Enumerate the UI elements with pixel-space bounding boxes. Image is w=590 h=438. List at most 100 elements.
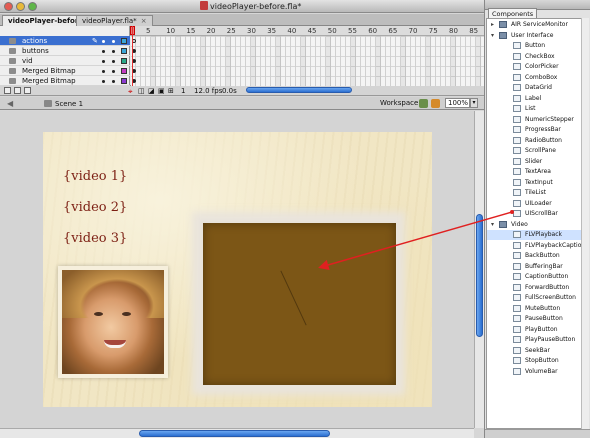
- zoom-window-button[interactable]: [28, 2, 37, 11]
- video-3-label[interactable]: {video 3}: [63, 231, 127, 246]
- onion-skin-icon[interactable]: ◫: [138, 87, 145, 95]
- frames-grid[interactable]: [131, 36, 484, 86]
- component-item[interactable]: BufferingBar: [487, 262, 588, 272]
- component-item[interactable]: PlayButton: [487, 325, 588, 335]
- component-item[interactable]: ProgressBar: [487, 125, 588, 135]
- component-item[interactable]: UIScrollBar: [487, 209, 588, 219]
- portrait-photo[interactable]: [58, 266, 168, 378]
- edit-scene-icon[interactable]: [419, 99, 428, 108]
- folder-icon: [499, 21, 507, 28]
- component-item[interactable]: CaptionButton: [487, 272, 588, 282]
- component-item[interactable]: List: [487, 104, 588, 114]
- stage-horizontal-scrollbar[interactable]: [0, 428, 474, 438]
- center-frame-icon[interactable]: ⌖: [128, 87, 133, 97]
- component-item[interactable]: SeekBar: [487, 346, 588, 356]
- ruler-frame-number: 25: [226, 27, 236, 35]
- component-item[interactable]: FLVPlayback: [487, 230, 588, 240]
- new-layer-icon[interactable]: [4, 87, 11, 94]
- tab-videoplayer[interactable]: videoPlayer.fla* ×: [76, 15, 153, 26]
- component-label: Button: [525, 42, 546, 49]
- component-icon: [513, 367, 521, 375]
- component-item[interactable]: FullScreenButton: [487, 293, 588, 303]
- new-folder-icon[interactable]: [14, 87, 21, 94]
- disclosure-open-icon[interactable]: ▾: [491, 221, 494, 228]
- disclosure-closed-icon[interactable]: ▸: [491, 21, 494, 28]
- component-label: NumericStepper: [525, 115, 574, 123]
- layer-row[interactable]: buttons: [0, 46, 130, 56]
- component-item[interactable]: Button: [487, 41, 588, 51]
- component-item[interactable]: DataGrid: [487, 83, 588, 93]
- layer-color-swatch[interactable]: [121, 38, 127, 44]
- component-item[interactable]: ComboBox: [487, 73, 588, 83]
- layer-color-swatch[interactable]: [121, 78, 127, 84]
- visibility-dot[interactable]: [102, 40, 105, 43]
- visibility-dot[interactable]: [102, 50, 105, 53]
- video-player-area[interactable]: [203, 223, 396, 385]
- component-item[interactable]: BackButton: [487, 251, 588, 261]
- layer-color-swatch[interactable]: [121, 48, 127, 54]
- lock-dot[interactable]: [112, 50, 115, 53]
- component-item[interactable]: TextInput: [487, 178, 588, 188]
- layer-row[interactable]: Merged Bitmap: [0, 66, 130, 76]
- component-item[interactable]: Label: [487, 94, 588, 104]
- stage-vertical-scrollbar[interactable]: [474, 111, 484, 428]
- video-2-label[interactable]: {video 2}: [63, 200, 127, 215]
- stage-vertical-thumb[interactable]: [476, 214, 483, 337]
- layer-row[interactable]: Merged Bitmap: [0, 76, 130, 86]
- component-item[interactable]: FLVPlaybackCaptioning: [487, 241, 588, 251]
- component-item[interactable]: ForwardButton: [487, 283, 588, 293]
- edit-multiple-icon[interactable]: ▣: [158, 87, 165, 95]
- disclosure-open-icon[interactable]: ▾: [491, 32, 494, 39]
- visibility-dot[interactable]: [102, 60, 105, 63]
- zoom-dropdown-icon[interactable]: ▾: [470, 98, 478, 108]
- close-tab-icon[interactable]: ×: [141, 17, 147, 25]
- onion-markers-icon[interactable]: ⊞: [168, 87, 174, 95]
- component-icon: [513, 357, 521, 364]
- component-item[interactable]: MuteButton: [487, 304, 588, 314]
- layer-row[interactable]: actions ✎: [0, 36, 130, 46]
- component-item[interactable]: StopButton: [487, 356, 588, 366]
- component-icon: [513, 199, 521, 207]
- minimize-window-button[interactable]: [16, 2, 25, 11]
- component-item[interactable]: RadioButton: [487, 136, 588, 146]
- lock-dot[interactable]: [112, 70, 115, 73]
- component-item[interactable]: PlayPauseButton: [487, 335, 588, 345]
- zoom-field[interactable]: 100%: [445, 98, 470, 108]
- close-window-button[interactable]: [4, 2, 13, 11]
- component-item[interactable]: UILoader: [487, 199, 588, 209]
- edit-symbol-icon[interactable]: [431, 99, 440, 108]
- workspace-menu[interactable]: Workspace ▾: [380, 99, 424, 107]
- visibility-dot[interactable]: [102, 80, 105, 83]
- onion-outline-icon[interactable]: ◪: [148, 87, 155, 95]
- component-group[interactable]: ▾ Video: [487, 220, 588, 230]
- component-group[interactable]: ▾ User Interface: [487, 31, 588, 41]
- stage[interactable]: {video 1} {video 2} {video 3}: [43, 132, 432, 407]
- component-item[interactable]: ScrollPane: [487, 146, 588, 156]
- layer-color-swatch[interactable]: [121, 68, 127, 74]
- components-scrollbar[interactable]: [581, 18, 589, 429]
- visibility-dot[interactable]: [102, 70, 105, 73]
- lock-dot[interactable]: [112, 40, 115, 43]
- stage-horizontal-thumb[interactable]: [139, 430, 330, 437]
- layer-color-swatch[interactable]: [121, 58, 127, 64]
- component-item[interactable]: Slider: [487, 157, 588, 167]
- component-group[interactable]: ▸ AIR ServiceMonitor: [487, 20, 588, 30]
- component-item[interactable]: TextArea: [487, 167, 588, 177]
- lock-dot[interactable]: [112, 80, 115, 83]
- timeline-scroll-thumb[interactable]: [246, 87, 352, 93]
- delete-layer-icon[interactable]: [24, 87, 31, 94]
- components-tab[interactable]: Components: [488, 8, 538, 18]
- component-item[interactable]: NumericStepper: [487, 115, 588, 125]
- back-arrow-icon[interactable]: ◀: [7, 99, 17, 108]
- layer-row[interactable]: vid: [0, 56, 130, 66]
- component-item[interactable]: ColorPicker: [487, 62, 588, 72]
- lock-dot[interactable]: [112, 60, 115, 63]
- component-item[interactable]: PauseButton: [487, 314, 588, 324]
- breadcrumb-scene[interactable]: Scene 1: [44, 100, 83, 108]
- layers-list: actions ✎ buttons vid Merged Bitmap Merged Bi…: [0, 26, 130, 86]
- component-item[interactable]: VolumeBar: [487, 367, 588, 377]
- component-item[interactable]: CheckBox: [487, 52, 588, 62]
- component-item[interactable]: TileList: [487, 188, 588, 198]
- video-1-label[interactable]: {video 1}: [63, 169, 127, 184]
- component-icon: [513, 73, 521, 81]
